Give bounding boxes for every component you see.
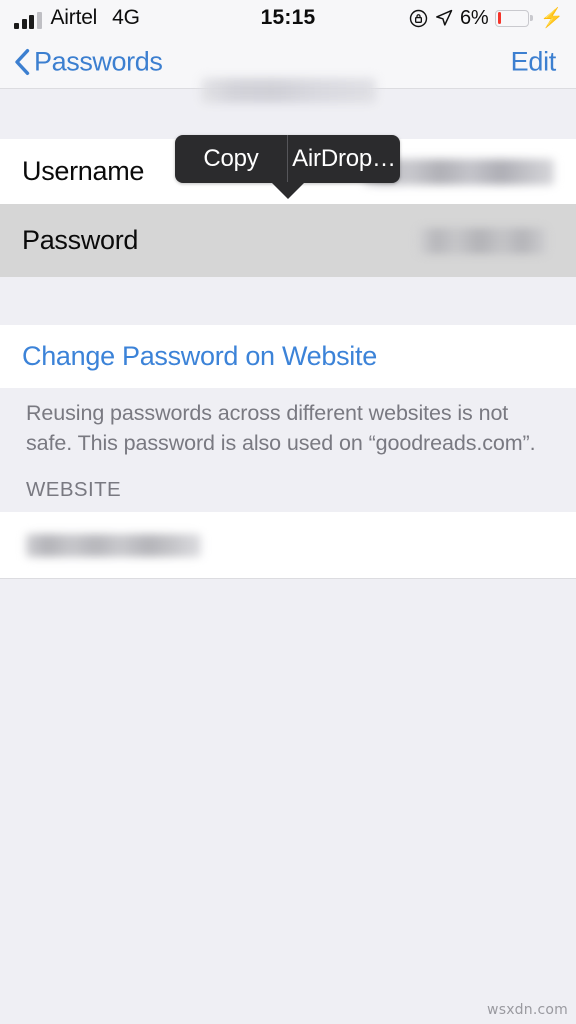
password-value-redacted <box>418 227 546 254</box>
navigation-bar: Passwords Edit <box>0 36 576 103</box>
website-value-redacted <box>26 533 201 557</box>
empty-area <box>0 578 576 1024</box>
reuse-warning: Reusing passwords across different websi… <box>0 398 576 458</box>
context-menu-airdrop[interactable]: AirDrop… <box>288 135 400 183</box>
edit-button[interactable]: Edit <box>511 47 557 78</box>
page-title-redacted <box>201 78 376 103</box>
reuse-warning-text: Reusing passwords across different websi… <box>26 401 536 455</box>
back-button-label: Passwords <box>34 46 163 77</box>
iphone-screen: Airtel 4G 15:15 6% ⚡ Passwords Edit User… <box>0 0 576 1024</box>
back-button[interactable]: Passwords <box>14 46 163 78</box>
chevron-left-icon <box>14 49 30 76</box>
battery-icon <box>495 9 530 27</box>
battery-percent-label: 6% <box>460 6 489 29</box>
website-section-header: WEBSITE <box>26 478 122 501</box>
context-menu-copy[interactable]: Copy <box>175 135 287 183</box>
status-bar-right: 6% ⚡ <box>409 7 564 30</box>
password-row[interactable]: Password <box>0 204 576 277</box>
rotation-lock-icon <box>409 9 428 28</box>
charging-bolt-icon: ⚡ <box>540 7 564 29</box>
context-menu: Copy AirDrop… <box>175 135 400 183</box>
website-row[interactable] <box>0 512 576 578</box>
username-label: Username <box>22 156 145 186</box>
change-password-on-website-link[interactable]: Change Password on Website <box>22 341 377 372</box>
status-bar: Airtel 4G 15:15 6% ⚡ <box>0 0 576 36</box>
change-password-section[interactable]: Change Password on Website <box>0 325 576 388</box>
password-label: Password <box>22 225 139 255</box>
location-arrow-icon <box>435 9 453 27</box>
watermark: wsxdn.com <box>487 1002 568 1018</box>
context-menu-arrow <box>271 182 305 199</box>
